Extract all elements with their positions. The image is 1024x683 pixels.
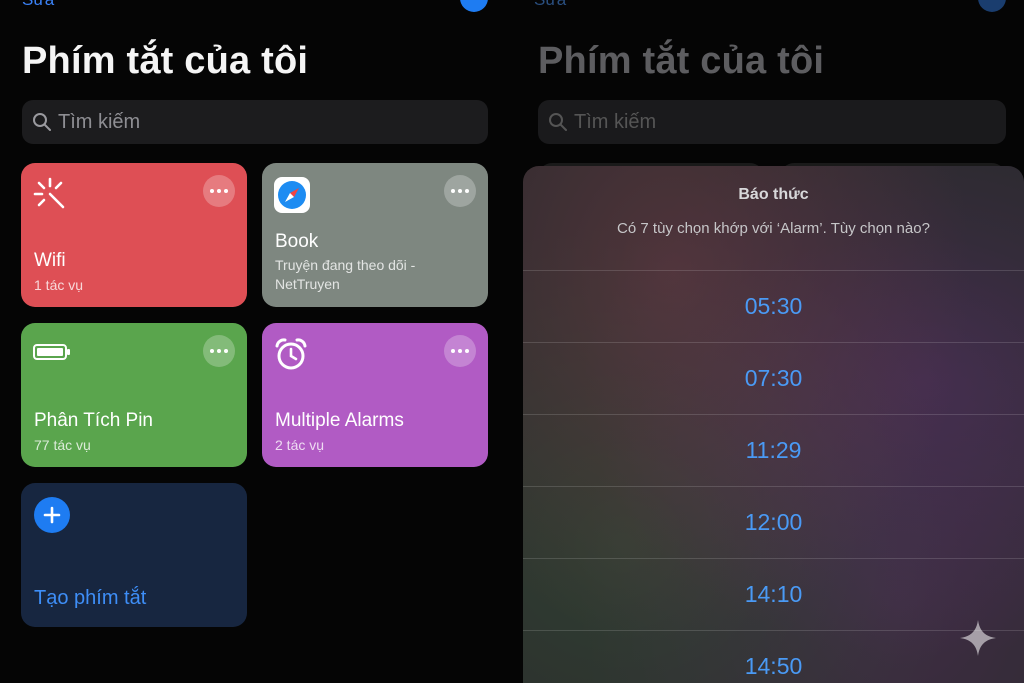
alarm-option[interactable]: 12:00 [523,486,1024,558]
add-shortcut-button[interactable] [978,0,1006,12]
more-options-button[interactable] [203,175,235,207]
page-title: Phím tắt của tôi [22,40,309,82]
shortcut-tile-battery[interactable]: Phân Tích Pin 77 tác vụ [21,323,247,467]
page-title: Phím tắt của tôi [538,40,825,82]
search-placeholder: Tìm kiếm [58,110,141,133]
alarm-option[interactable]: 05:30 [523,270,1024,342]
tile-subtitle: 77 tác vụ [34,437,91,453]
safari-icon [274,177,310,218]
wifi-sparkle-icon [33,177,67,216]
battery-icon [33,343,71,366]
more-options-button[interactable] [203,335,235,367]
more-options-button[interactable] [444,175,476,207]
shortcut-run-screen: Sửa Phím tắt của tôi Tìm kiếm Báo thức C… [512,0,1024,683]
more-options-button[interactable] [444,335,476,367]
tile-subtitle: 1 tác vụ [34,277,84,293]
sparkle-watermark-icon [960,620,996,656]
shortcut-tile-book[interactable]: Book Truyện đang theo dõi - NetTruyen [262,163,488,307]
sheet-message: Có 7 tùy chọn khớp với ‘Alarm’. Tùy chọn… [617,220,930,237]
tile-title: Multiple Alarms [275,410,404,431]
create-shortcut-tile[interactable]: Tạo phím tắt [21,483,247,627]
search-icon [549,113,567,131]
shortcuts-screen: Sửa Phím tắt của tôi Tìm kiếm Wifi [0,0,512,683]
search-icon [33,113,51,131]
alarm-clock-icon [274,337,308,376]
edit-button[interactable]: Sửa [534,0,566,10]
tile-subtitle: 2 tác vụ [275,437,325,453]
alarm-option[interactable]: 11:29 [523,414,1024,486]
search-field[interactable]: Tìm kiếm [538,100,1006,144]
alarm-option[interactable]: 14:50 [523,630,1024,683]
add-shortcut-button[interactable] [460,0,488,12]
shortcut-tile-wifi[interactable]: Wifi 1 tác vụ [21,163,247,307]
edit-button[interactable]: Sửa [22,0,54,10]
search-placeholder: Tìm kiếm [574,110,657,133]
sheet-title: Báo thức [738,186,809,203]
alarm-option[interactable]: 14:10 [523,558,1024,630]
tile-title: Phân Tích Pin [34,410,154,431]
alarm-options-list: 05:30 07:30 11:29 12:00 14:10 14:50 [523,270,1024,683]
tile-subtitle: Truyện đang theo dõi - NetTruyen [275,257,416,292]
tile-title: Wifi [34,250,66,271]
plus-icon [34,497,70,533]
choose-alarm-sheet: Báo thức Có 7 tùy chọn khớp với ‘Alarm’.… [523,166,1024,683]
create-shortcut-label: Tạo phím tắt [34,587,147,609]
search-field[interactable]: Tìm kiếm [22,100,488,144]
shortcut-tile-alarms[interactable]: Multiple Alarms 2 tác vụ [262,323,488,467]
tile-title: Book [275,231,319,252]
alarm-option[interactable]: 07:30 [523,342,1024,414]
